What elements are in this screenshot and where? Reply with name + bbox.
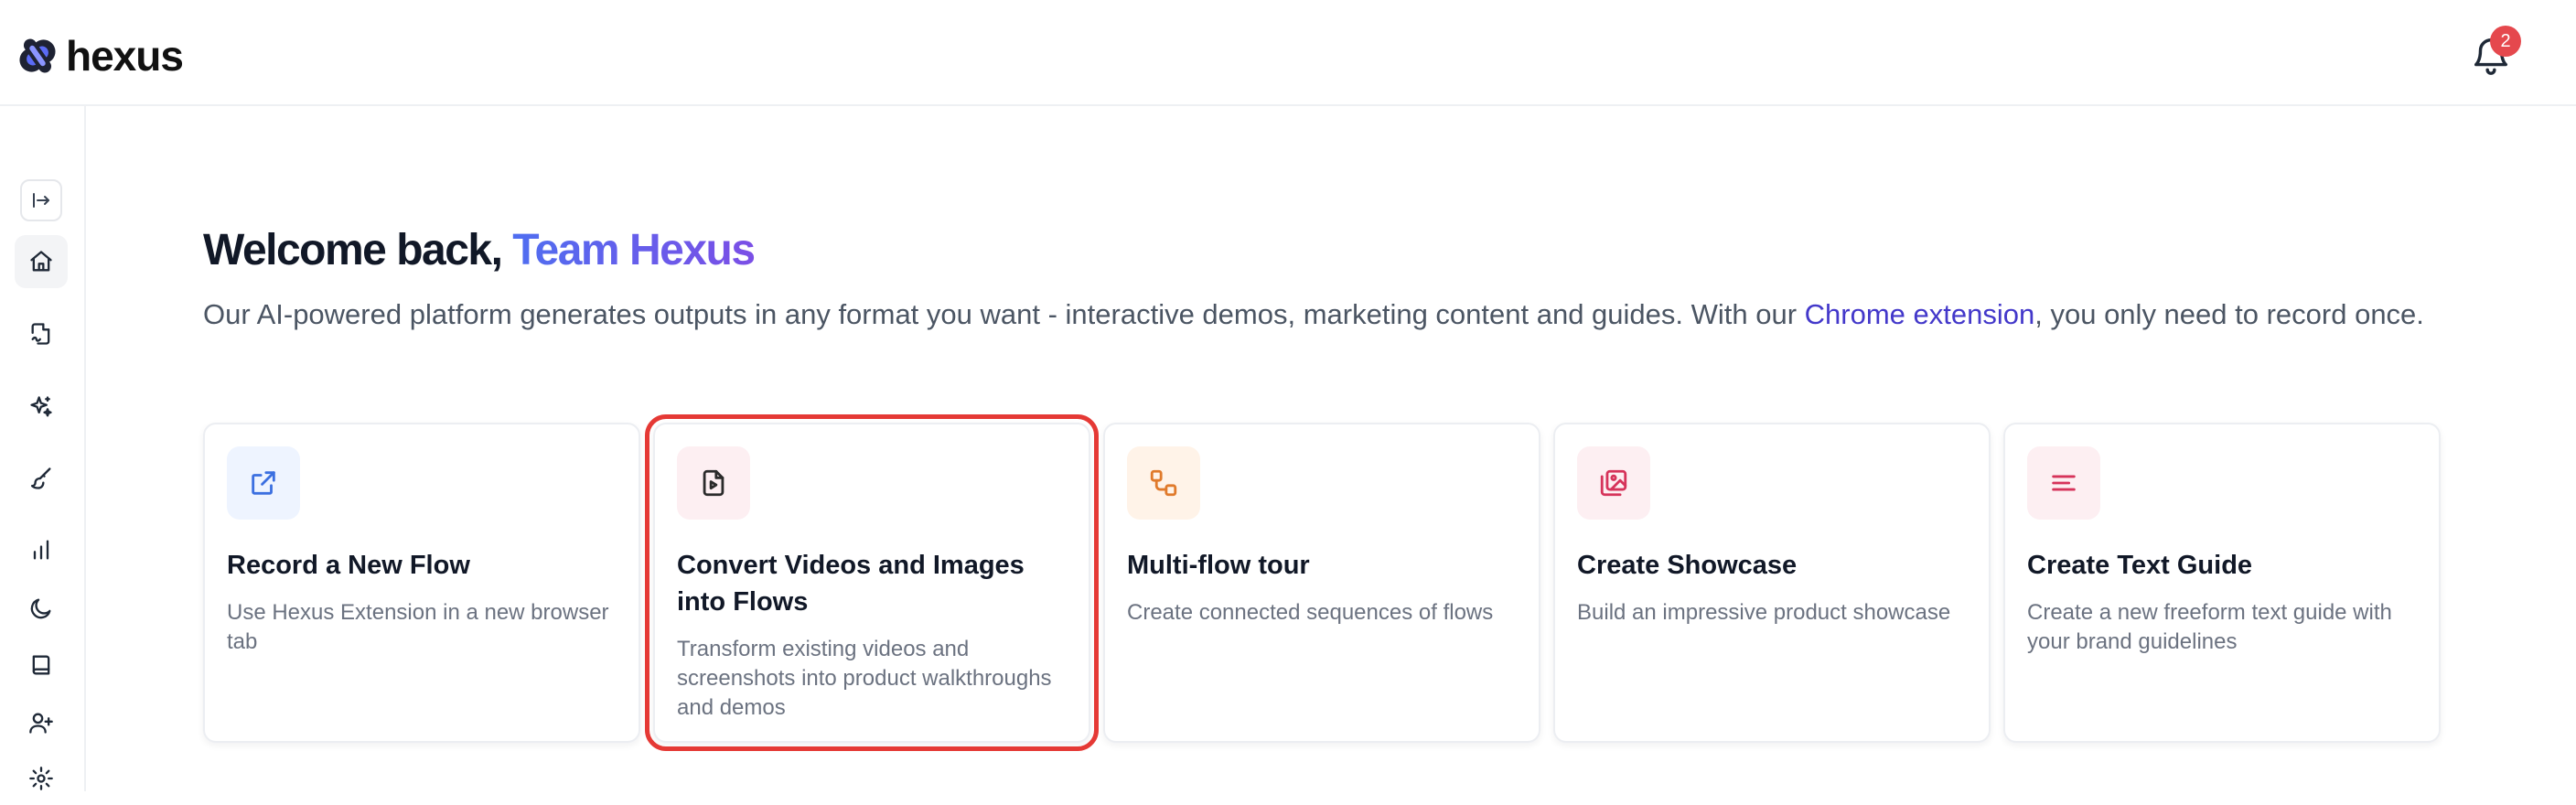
card-icon-container (677, 446, 750, 520)
bar-chart-icon (33, 540, 49, 560)
card-description: Use Hexus Extension in a new browser tab (227, 600, 609, 654)
team-name: Team Hexus (512, 226, 756, 274)
card-title: Multi-flow tour (1127, 551, 1310, 580)
main-content: Welcome back, Team Hexus Our AI-powered … (86, 106, 2576, 791)
sidebar-item-documents[interactable] (15, 307, 68, 360)
text-lines-icon (2052, 475, 2076, 491)
convert-videos-card[interactable]: Convert Videos and Images into Flows Tra… (645, 414, 1099, 751)
sidebar-collapse-button[interactable] (20, 179, 62, 221)
notifications-button[interactable]: 2 (2470, 26, 2521, 79)
card-icon-container (1127, 446, 1200, 520)
card-icon-container (2027, 446, 2100, 520)
card-description: Build an impressive product showcase (1577, 600, 1951, 625)
chrome-extension-link[interactable]: Chrome extension (1805, 298, 2035, 330)
top-bar: hexus 2 (0, 0, 2576, 106)
user-plus-icon (29, 713, 53, 734)
images-icon (1600, 469, 1627, 497)
book-icon (32, 655, 50, 675)
description-text-end: , you only need to record once. (2034, 298, 2424, 330)
sparkles-icon (30, 396, 52, 417)
welcome-description: Our AI-powered platform generates output… (203, 293, 2453, 336)
sidebar-item-docs[interactable] (15, 639, 68, 692)
external-link-icon (252, 471, 275, 495)
description-text: Our AI-powered platform generates output… (203, 298, 1805, 330)
sidebar-item-analytics[interactable] (15, 523, 68, 576)
card-icon-container (227, 446, 300, 520)
create-showcase-card[interactable]: Create Showcase Build an impressive prod… (1553, 423, 1991, 743)
brand-name: hexus (66, 32, 184, 80)
hexus-logo[interactable]: hexus (13, 31, 184, 80)
workflow-icon (1150, 469, 1177, 497)
card-title: Create Text Guide (2027, 551, 2253, 580)
sidebar-item-invite[interactable] (15, 696, 68, 749)
card-title: Convert Videos and Images into Flows (677, 551, 1025, 617)
document-sign-icon (31, 323, 50, 345)
brush-icon (30, 467, 51, 489)
record-new-flow-card[interactable]: Record a New Flow Use Hexus Extension in… (203, 423, 640, 743)
sidebar-item-ai[interactable] (15, 381, 68, 434)
hexus-logo-mark-icon (19, 38, 56, 73)
gear-icon (29, 767, 53, 790)
file-video-icon (703, 469, 724, 497)
welcome-greeting: Welcome back, (203, 226, 513, 274)
welcome-heading: Welcome back, Team Hexus (203, 225, 756, 275)
sidebar-item-settings[interactable] (15, 752, 68, 805)
multi-flow-tour-card[interactable]: Multi-flow tour Create connected sequenc… (1103, 423, 1540, 743)
collapse-sidebar-icon (33, 193, 49, 208)
sidebar-item-branding[interactable] (15, 452, 68, 505)
card-description: Create connected sequences of flows (1127, 600, 1494, 625)
sidebar (0, 106, 86, 791)
card-description: Create a new freeform text guide with yo… (2027, 600, 2392, 654)
card-icon-container (1577, 446, 1650, 520)
card-description: Transform existing videos and screenshot… (677, 637, 1052, 720)
sidebar-item-home[interactable] (15, 235, 68, 288)
create-text-guide-card[interactable]: Create Text Guide Create a new freeform … (2003, 423, 2441, 743)
sidebar-item-theme[interactable] (15, 582, 68, 635)
notification-count-badge: 2 (2490, 26, 2521, 57)
card-title: Record a New Flow (227, 551, 470, 580)
card-title: Create Showcase (1577, 551, 1798, 580)
home-icon (30, 251, 52, 272)
moon-icon (30, 598, 51, 619)
